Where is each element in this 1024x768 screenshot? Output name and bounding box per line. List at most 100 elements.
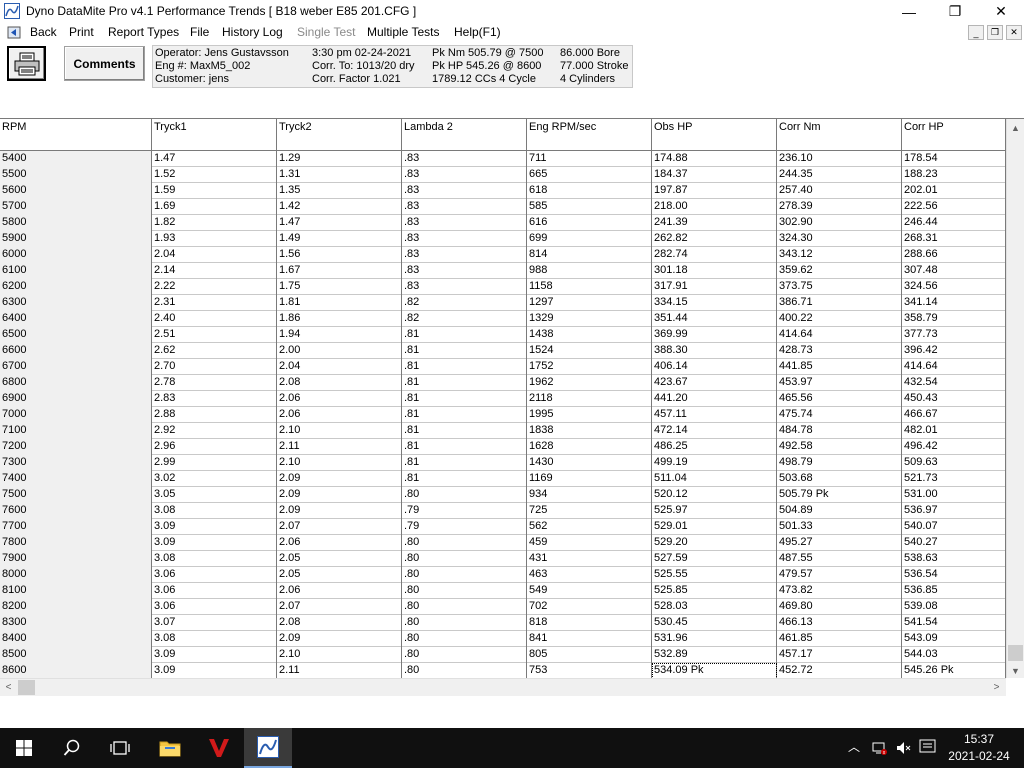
table-cell[interactable]: 278.39	[777, 199, 902, 215]
table-cell[interactable]: 2.83	[152, 391, 277, 407]
table-cell[interactable]: .83	[402, 263, 527, 279]
row-header-cell[interactable]: 7500	[0, 487, 152, 503]
table-cell[interactable]: 257.40	[777, 183, 902, 199]
table-cell[interactable]: 988	[527, 263, 652, 279]
menu-multiple-tests[interactable]: Multiple Tests	[367, 25, 439, 39]
table-cell[interactable]: 2.08	[277, 615, 402, 631]
table-cell[interactable]: .80	[402, 535, 527, 551]
table-cell[interactable]: 1.42	[277, 199, 402, 215]
table-row[interactable]: 6300 2.31 1.81.82 1297 334.15 386.71 341.14	[0, 295, 1006, 311]
mdi-minimize-button[interactable]: _	[968, 25, 984, 40]
table-row[interactable]: 7200 2.96 2.11.81 1628 486.25 492.58 496.42	[0, 439, 1006, 455]
table-cell[interactable]: 3.09	[152, 663, 277, 678]
table-row[interactable]: 7900 3.08 2.05.80 431 527.59 487.55 538.63	[0, 551, 1006, 567]
column-header[interactable]: Obs HP	[652, 119, 777, 151]
table-cell[interactable]: .83	[402, 231, 527, 247]
menu-single-test[interactable]: Single Test	[297, 25, 355, 39]
menu-help[interactable]: Help(F1)	[454, 25, 501, 39]
table-cell[interactable]: 218.00	[652, 199, 777, 215]
table-cell[interactable]: 1524	[527, 343, 652, 359]
row-header-cell[interactable]: 6200	[0, 279, 152, 295]
table-cell[interactable]: 504.89	[777, 503, 902, 519]
table-cell[interactable]: 459	[527, 535, 652, 551]
table-cell[interactable]: 377.73	[902, 327, 1006, 343]
table-cell[interactable]: 702	[527, 599, 652, 615]
table-cell[interactable]: 341.14	[902, 295, 1006, 311]
row-header-cell[interactable]: 6400	[0, 311, 152, 327]
minimize-button[interactable]: —	[886, 0, 932, 23]
table-cell[interactable]: 531.00	[902, 487, 1006, 503]
row-header-cell[interactable]: 6700	[0, 359, 152, 375]
table-cell[interactable]: 536.85	[902, 583, 1006, 599]
table-cell[interactable]: 1430	[527, 455, 652, 471]
table-row[interactable]: 5700 1.69 1.42.83 585 218.00 278.39 222.56	[0, 199, 1006, 215]
table-cell[interactable]: 343.12	[777, 247, 902, 263]
table-cell[interactable]: 396.42	[902, 343, 1006, 359]
table-cell[interactable]: .82	[402, 295, 527, 311]
table-cell[interactable]: 244.35	[777, 167, 902, 183]
table-cell[interactable]: 2.07	[277, 599, 402, 615]
table-cell[interactable]: 525.97	[652, 503, 777, 519]
table-cell[interactable]: 400.22	[777, 311, 902, 327]
maximize-button[interactable]: ❐	[932, 0, 978, 23]
table-cell[interactable]: 2.09	[277, 503, 402, 519]
table-cell[interactable]: 509.63	[902, 455, 1006, 471]
table-cell[interactable]: 484.78	[777, 423, 902, 439]
table-cell[interactable]: 428.73	[777, 343, 902, 359]
menu-print[interactable]: Print	[69, 25, 94, 39]
table-row[interactable]: 8300 3.07 2.08.80 818 530.45 466.13 541.54	[0, 615, 1006, 631]
table-cell[interactable]: .81	[402, 407, 527, 423]
table-row[interactable]: 8000 3.06 2.05.80 463 525.55 479.57 536.54	[0, 567, 1006, 583]
row-header-cell[interactable]: 7000	[0, 407, 152, 423]
table-row[interactable]: 5800 1.82 1.47.83 616 241.39 302.90 246.44	[0, 215, 1006, 231]
table-cell[interactable]: .81	[402, 343, 527, 359]
table-row[interactable]: 8400 3.08 2.09.80 841 531.96 461.85 543.09	[0, 631, 1006, 647]
table-cell[interactable]: 453.97	[777, 375, 902, 391]
table-row[interactable]: 5400 1.47 1.29.83 711 174.88 236.10 178.54	[0, 151, 1006, 167]
column-header[interactable]: RPM	[0, 119, 152, 151]
table-cell[interactable]: 2.08	[277, 375, 402, 391]
table-cell[interactable]: 1.31	[277, 167, 402, 183]
table-cell[interactable]: .81	[402, 471, 527, 487]
table-cell[interactable]: 1.47	[152, 151, 277, 167]
table-cell[interactable]: 1.75	[277, 279, 402, 295]
table-cell[interactable]: 540.07	[902, 519, 1006, 535]
table-cell[interactable]: 1.94	[277, 327, 402, 343]
table-cell[interactable]: 618	[527, 183, 652, 199]
table-cell[interactable]: 473.82	[777, 583, 902, 599]
table-cell[interactable]: 538.63	[902, 551, 1006, 567]
row-header-cell[interactable]: 5900	[0, 231, 152, 247]
table-row[interactable]: 7500 3.05 2.09.80 934 520.12 505.79 Pk 531.00	[0, 487, 1006, 503]
table-cell[interactable]: 487.55	[777, 551, 902, 567]
table-cell[interactable]: 2.99	[152, 455, 277, 471]
table-row[interactable]: 5500 1.52 1.31.83 665 184.37 244.35 188.23	[0, 167, 1006, 183]
table-cell[interactable]: .83	[402, 183, 527, 199]
table-row[interactable]: 5900 1.93 1.49.83 699 262.82 324.30 268.31	[0, 231, 1006, 247]
scroll-left-icon[interactable]: <	[0, 679, 17, 696]
table-cell[interactable]: .83	[402, 167, 527, 183]
column-header[interactable]: Tryck2	[277, 119, 402, 151]
table-cell[interactable]: 528.03	[652, 599, 777, 615]
table-cell[interactable]: 184.37	[652, 167, 777, 183]
menu-file[interactable]: File	[190, 25, 209, 39]
row-header-cell[interactable]: 8300	[0, 615, 152, 631]
table-cell[interactable]: 1.29	[277, 151, 402, 167]
table-cell[interactable]: 2.06	[277, 407, 402, 423]
table-cell[interactable]: 2.78	[152, 375, 277, 391]
table-cell[interactable]: 665	[527, 167, 652, 183]
table-row[interactable]: 6400 2.40 1.86.82 1329 351.44 400.22 358.79	[0, 311, 1006, 327]
table-row[interactable]: 7700 3.09 2.07.79 562 529.01 501.33 540.07	[0, 519, 1006, 535]
table-cell[interactable]: 1.47	[277, 215, 402, 231]
table-cell[interactable]: 2.10	[277, 455, 402, 471]
table-cell[interactable]: 452.72	[777, 663, 902, 678]
table-cell[interactable]: .83	[402, 199, 527, 215]
table-cell[interactable]: 2.04	[152, 247, 277, 263]
table-cell[interactable]: 1.82	[152, 215, 277, 231]
table-cell[interactable]: 2.22	[152, 279, 277, 295]
table-cell[interactable]: .80	[402, 647, 527, 663]
table-cell[interactable]: 334.15	[652, 295, 777, 311]
table-cell[interactable]: 2.96	[152, 439, 277, 455]
scroll-down-icon[interactable]: ▼	[1007, 662, 1024, 678]
table-cell[interactable]: 521.73	[902, 471, 1006, 487]
row-header-cell[interactable]: 5800	[0, 215, 152, 231]
